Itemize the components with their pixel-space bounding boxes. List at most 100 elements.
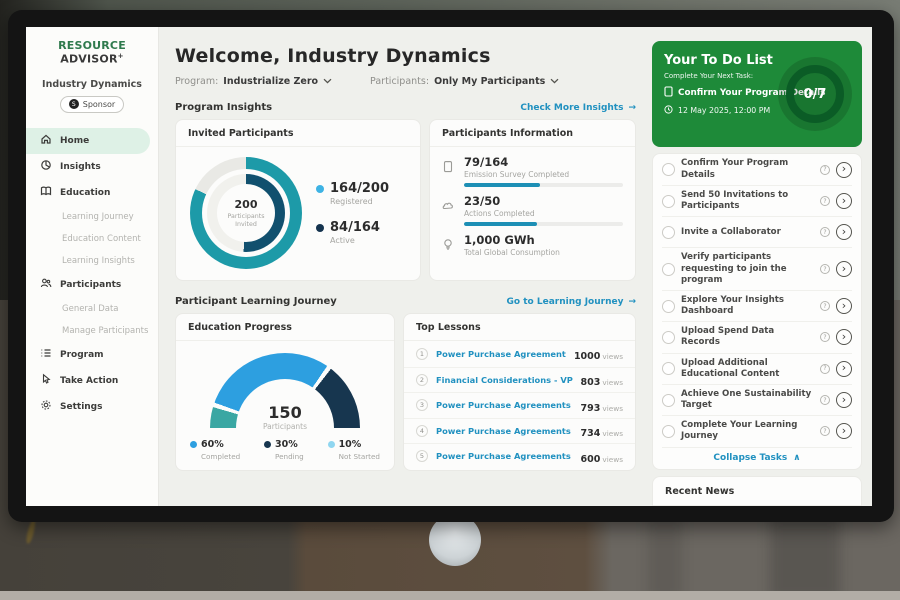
chevron-right-icon[interactable]: › bbox=[836, 329, 852, 345]
actions-progressbar bbox=[464, 222, 623, 226]
help-icon[interactable]: ? bbox=[820, 395, 830, 405]
help-icon[interactable]: ? bbox=[820, 332, 830, 342]
task-checkbox[interactable] bbox=[662, 226, 675, 239]
help-icon[interactable]: ? bbox=[820, 364, 830, 374]
sidebar: RESOURCE ADVISOR+ Industry Dynamics S Sp… bbox=[26, 27, 159, 506]
lesson-row: 4 Power Purchase Agreements 102 734views bbox=[404, 418, 635, 444]
lesson-views: 600 bbox=[581, 454, 601, 465]
help-icon[interactable]: ? bbox=[820, 301, 830, 311]
sidebar-item-manage-participants[interactable]: Manage Participants bbox=[26, 320, 158, 342]
consumption-row: 1,000 GWh Total Global Consumption bbox=[442, 233, 623, 257]
list-icon bbox=[40, 347, 52, 362]
actions-completed-label: Actions Completed bbox=[464, 209, 623, 218]
chevron-right-icon[interactable]: › bbox=[836, 298, 852, 314]
task-row[interactable]: Explore Your Insights Dashboard ? › bbox=[662, 290, 852, 321]
chevron-right-icon[interactable]: › bbox=[836, 193, 852, 209]
task-checkbox[interactable] bbox=[662, 300, 675, 313]
sidebar-item-label: Program bbox=[60, 350, 104, 360]
lesson-rank: 4 bbox=[416, 425, 428, 437]
lesson-link[interactable]: Power Purchase Agreements 101 bbox=[436, 400, 573, 410]
sidebar-item-label: Take Action bbox=[60, 376, 118, 386]
chevron-right-icon[interactable]: › bbox=[836, 224, 852, 240]
lesson-link[interactable]: Power Purchase Agreements 102 bbox=[436, 426, 573, 436]
completed-dot bbox=[190, 441, 197, 448]
filters-row: Program: Industrialize Zero Participants… bbox=[175, 76, 636, 87]
card-title: Participants Information bbox=[430, 120, 635, 147]
task-row[interactable]: Invite a Collaborator ? › bbox=[662, 216, 852, 247]
arrow-right-icon: → bbox=[628, 103, 636, 113]
sponsor-badge[interactable]: S Sponsor bbox=[60, 96, 124, 113]
card-title: Education Progress bbox=[176, 314, 394, 341]
app-logo: RESOURCE ADVISOR+ bbox=[26, 39, 158, 66]
invited-legend: 164/200 Registered 84/164 Active bbox=[316, 181, 389, 245]
sidebar-item-program[interactable]: Program bbox=[26, 342, 158, 368]
pending-label: Pending bbox=[264, 452, 304, 461]
section-title: Program Insights bbox=[175, 102, 272, 113]
lesson-link[interactable]: Financial Considerations - VPPAs bbox=[436, 375, 573, 385]
task-label: Confirm Your Program Details bbox=[681, 158, 814, 180]
pointer-icon bbox=[40, 373, 52, 388]
sidebar-item-label: Settings bbox=[60, 402, 102, 412]
sidebar-item-home[interactable]: Home bbox=[26, 128, 150, 154]
chevron-right-icon[interactable]: › bbox=[836, 162, 852, 178]
program-insights-header: Program Insights Check More Insights → bbox=[175, 102, 636, 113]
chevron-right-icon[interactable]: › bbox=[836, 261, 852, 277]
sidebar-item-settings[interactable]: Settings bbox=[26, 394, 158, 420]
check-more-insights-link[interactable]: Check More Insights → bbox=[520, 103, 636, 113]
legend-item-registered: 164/200 Registered bbox=[316, 181, 389, 206]
gauge-center-label: Participants bbox=[210, 422, 360, 431]
program-filter[interactable]: Program: Industrialize Zero bbox=[175, 76, 332, 87]
sidebar-item-participants[interactable]: Participants bbox=[26, 272, 158, 298]
lesson-link[interactable]: Power Purchase Agreements 101 bbox=[436, 349, 566, 359]
task-checkbox[interactable] bbox=[662, 263, 675, 276]
scene: RESOURCE ADVISOR+ Industry Dynamics S Sp… bbox=[0, 0, 900, 600]
task-checkbox[interactable] bbox=[662, 425, 675, 438]
invited-donut-center: 200 Participants Invited bbox=[217, 184, 275, 242]
task-checkbox[interactable] bbox=[662, 394, 675, 407]
sidebar-item-learning-insights[interactable]: Learning Insights bbox=[26, 250, 158, 272]
org-name: Industry Dynamics bbox=[26, 79, 158, 90]
lesson-link[interactable]: Power Purchase Agreements 103 bbox=[436, 451, 573, 461]
task-row[interactable]: Upload Additional Educational Content ? … bbox=[662, 353, 852, 384]
learning-cards-row: Education Progress 150 Participants bbox=[175, 313, 636, 471]
task-checkbox[interactable] bbox=[662, 331, 675, 344]
participants-filter[interactable]: Participants: Only My Participants bbox=[370, 76, 559, 87]
help-icon[interactable]: ? bbox=[820, 227, 830, 237]
task-row[interactable]: Verify participants requesting to join t… bbox=[662, 247, 852, 290]
help-icon[interactable]: ? bbox=[820, 196, 830, 206]
section-title: Participant Learning Journey bbox=[175, 296, 337, 307]
registered-label: Registered bbox=[330, 197, 389, 206]
task-label: Verify participants requesting to join t… bbox=[681, 252, 814, 286]
chevron-right-icon[interactable]: › bbox=[836, 423, 852, 439]
consumption-icon bbox=[442, 233, 456, 257]
program-filter-label: Program: bbox=[175, 76, 218, 87]
sidebar-item-label: Insights bbox=[60, 162, 101, 172]
help-icon[interactable]: ? bbox=[820, 165, 830, 175]
document-icon bbox=[664, 86, 673, 100]
sidebar-item-learning-journey[interactable]: Learning Journey bbox=[26, 206, 158, 228]
task-row[interactable]: Complete Your Learning Journey ? › bbox=[662, 415, 852, 446]
chevron-right-icon[interactable]: › bbox=[836, 392, 852, 408]
lesson-row: 1 Power Purchase Agreements 101 1000view… bbox=[404, 341, 635, 367]
sidebar-item-education[interactable]: Education bbox=[26, 180, 158, 206]
task-checkbox[interactable] bbox=[662, 362, 675, 375]
sidebar-item-take-action[interactable]: Take Action bbox=[26, 368, 158, 394]
go-to-learning-journey-link[interactable]: Go to Learning Journey → bbox=[507, 297, 636, 307]
task-row[interactable]: Upload Spend Data Records ? › bbox=[662, 321, 852, 352]
collapse-tasks-link[interactable]: Collapse Tasks ∧ bbox=[662, 447, 852, 469]
sidebar-item-label: Education bbox=[60, 188, 110, 198]
todo-panel: Your To Do List Complete Your Next Task:… bbox=[646, 27, 872, 506]
task-checkbox[interactable] bbox=[662, 163, 675, 176]
task-checkbox[interactable] bbox=[662, 195, 675, 208]
help-icon[interactable]: ? bbox=[820, 264, 830, 274]
help-icon[interactable]: ? bbox=[820, 426, 830, 436]
task-row[interactable]: Confirm Your Program Details ? › bbox=[662, 154, 852, 185]
sidebar-item-general-data[interactable]: General Data bbox=[26, 298, 158, 320]
chevron-right-icon[interactable]: › bbox=[836, 361, 852, 377]
sidebar-item-insights[interactable]: Insights bbox=[26, 154, 158, 180]
todo-progress-ring: 0/7 bbox=[778, 57, 852, 131]
registered-value: 164/200 bbox=[330, 181, 389, 196]
sidebar-item-education-content[interactable]: Education Content bbox=[26, 228, 158, 250]
task-row[interactable]: Achieve One Sustainability Target ? › bbox=[662, 384, 852, 415]
task-row[interactable]: Send 50 Invitations to Participants ? › bbox=[662, 185, 852, 216]
